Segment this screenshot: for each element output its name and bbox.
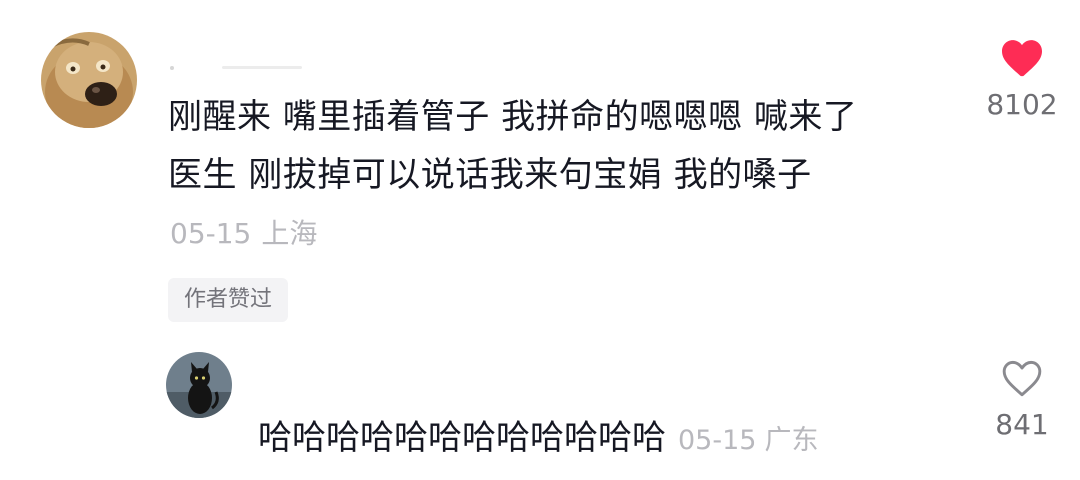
reply-text: 哈哈哈哈哈哈哈哈哈哈哈哈	[258, 418, 666, 458]
comment-text-line: 刚醒来 嘴里插着管子 我拼命的嗯嗯嗯 喊来了	[168, 97, 858, 137]
replier-avatar[interactable]	[166, 352, 232, 418]
heart-filled-icon	[1002, 40, 1042, 77]
reply-text-row: 哈哈哈哈哈哈哈哈哈哈哈哈 05-15 广东	[258, 414, 818, 465]
reply-date: 05-15	[678, 425, 757, 456]
black-cat-avatar-icon	[166, 352, 232, 418]
username-placeholder	[170, 64, 310, 72]
comment-location: 上海	[261, 217, 318, 250]
comment-meta: 05-15 上海	[170, 214, 317, 254]
reply-like-count: 841	[995, 408, 1049, 441]
comment-date: 05-15	[170, 217, 252, 250]
author-liked-badge: 作者赞过	[168, 278, 289, 322]
reply-meta: 05-15 广东	[678, 425, 818, 456]
reply-location: 广东	[764, 425, 819, 456]
dog-avatar-icon	[41, 32, 137, 128]
commenter-avatar[interactable]	[41, 32, 137, 128]
comment-like-count: 8102	[986, 88, 1058, 121]
comment-like-button[interactable]: 8102	[967, 38, 1077, 121]
comment-text-line: 医生 刚拔掉可以说话我来句宝娟 我的嗓子	[168, 155, 812, 195]
comment-text: 刚醒来 嘴里插着管子 我拼命的嗯嗯嗯 喊来了 医生 刚拔掉可以说话我来句宝娟 我…	[168, 88, 938, 204]
heart-outline-icon	[1002, 360, 1042, 397]
reply-like-button[interactable]: 841	[967, 358, 1077, 441]
